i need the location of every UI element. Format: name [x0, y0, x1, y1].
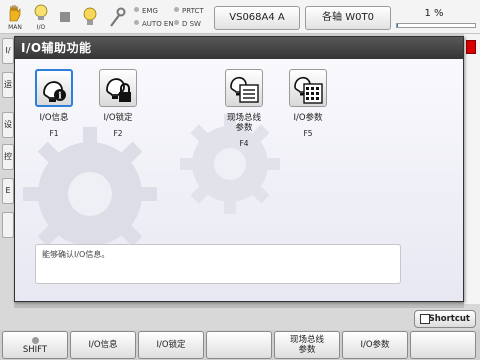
- f1-key[interactable]: I/O信息: [70, 331, 136, 359]
- auto-en-indicator: AUTO EN: [134, 20, 174, 29]
- speed-bar: [396, 23, 476, 28]
- shortcut-button[interactable]: Shortcut: [414, 310, 476, 328]
- fieldbus-params-function[interactable]: 现场总线 参数 F4: [213, 69, 275, 148]
- background-tab: 设: [2, 112, 14, 138]
- io-indicator[interactable]: I/O: [30, 3, 52, 31]
- io-lock-icon: [99, 69, 137, 107]
- axis-mode-button[interactable]: 各轴 W0T0: [305, 6, 391, 30]
- description-text: 能够确认I/O信息。: [42, 250, 110, 259]
- io-info-icon: i: [35, 69, 73, 107]
- function-key-bar: SHIFT I/O信息 I/O锁定 现场总线 参数 I/O参数: [0, 330, 480, 360]
- lamp-icon: [82, 6, 98, 32]
- speed-bar-fill: [397, 24, 398, 27]
- shortcut-label: Shortcut: [428, 314, 470, 324]
- status-bar: MAN I/O EMG PRTCT AUTO EN D SW VS068A4 A…: [0, 0, 480, 34]
- io-info-function[interactable]: i I/O信息 F1: [23, 69, 85, 138]
- speed-indicator[interactable]: 1 %: [396, 6, 476, 30]
- background-tab: 控: [2, 144, 14, 170]
- man-label: MAN: [8, 24, 22, 31]
- alert-indicator: [466, 40, 476, 54]
- background-tab: 运: [2, 72, 14, 98]
- background-tab: E: [2, 178, 14, 204]
- f6-key[interactable]: [410, 331, 476, 359]
- io-params-function[interactable]: I/O参数 F5: [277, 69, 339, 138]
- io-aux-dialog: I/O辅助功能 i I/O信息 F1 I/O锁定 F2 现场总线 参数 F4 I…: [14, 36, 464, 302]
- svg-text:i: i: [58, 92, 62, 102]
- emg-indicator: EMG: [134, 7, 158, 16]
- background-right-panel: [464, 34, 480, 304]
- shortcut-icon: [420, 314, 430, 324]
- dsw-indicator: D SW: [174, 20, 201, 29]
- hand-icon: [9, 4, 21, 22]
- tool-icon: [108, 6, 126, 32]
- stop-square-icon: [60, 12, 70, 22]
- description-box: 能够确认I/O信息。: [35, 244, 401, 284]
- fieldbus-params-icon: [225, 69, 263, 107]
- io-label: I/O: [36, 24, 46, 31]
- f4-key[interactable]: 现场总线 参数: [274, 331, 340, 359]
- f2-key[interactable]: I/O锁定: [138, 331, 204, 359]
- dialog-body: i I/O信息 F1 I/O锁定 F2 现场总线 参数 F4 I/O参数 F5 …: [15, 59, 463, 301]
- background-tab: I/: [2, 38, 14, 64]
- dialog-title: I/O辅助功能: [15, 37, 463, 59]
- shift-indicator-icon: [32, 337, 39, 344]
- program-button[interactable]: VS068A4 A: [214, 6, 300, 30]
- f5-key[interactable]: I/O参数: [342, 331, 408, 359]
- shift-key[interactable]: SHIFT: [2, 331, 68, 359]
- background-scroll-area: [14, 302, 464, 308]
- speed-percent: 1 %: [424, 8, 444, 19]
- bulb-icon: [34, 4, 48, 20]
- io-params-icon: [289, 69, 327, 107]
- background-tab: [2, 212, 14, 238]
- f3-key[interactable]: [206, 331, 272, 359]
- manual-mode-icon[interactable]: MAN: [4, 3, 26, 31]
- prtct-indicator: PRTCT: [174, 7, 204, 16]
- io-lock-function[interactable]: I/O锁定 F2: [87, 69, 149, 138]
